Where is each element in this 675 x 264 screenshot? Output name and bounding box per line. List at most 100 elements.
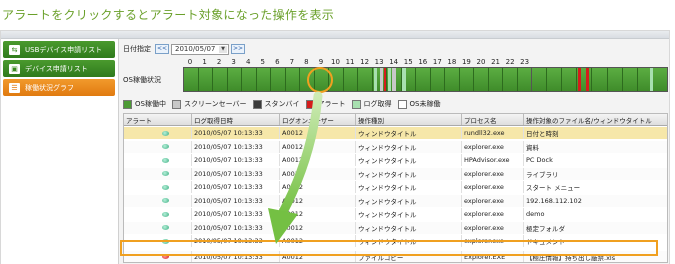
- prev-date-button[interactable]: <<: [155, 44, 169, 54]
- cell-operation: ウィンドウタイトル: [356, 181, 462, 193]
- legend-label: スクリーンセーバー: [183, 100, 247, 108]
- status-segment[interactable]: [242, 68, 257, 91]
- table-row[interactable]: 2010/05/07 10:13:33 A0012 ウィンドウタイトル explore…: [124, 181, 667, 193]
- status-segment[interactable]: [607, 68, 623, 91]
- status-mark[interactable]: [578, 68, 581, 91]
- table-row[interactable]: 2010/05/07 10:13:33 A0012 ウィンドウタイトル explore…: [124, 221, 667, 234]
- cell-target: 資料: [526, 143, 539, 152]
- alert-green-icon[interactable]: [162, 130, 169, 136]
- column-header-user[interactable]: ログオンユーザー: [280, 114, 356, 125]
- cell-process: explorer.exe: [462, 221, 524, 234]
- status-segment[interactable]: [358, 68, 373, 91]
- status-segment[interactable]: [622, 68, 638, 91]
- status-segment[interactable]: [430, 68, 445, 91]
- status-mark[interactable]: [586, 68, 589, 91]
- table-row[interactable]: 2010/05/07 10:13:33 A0012 ウィンドウタイトル explore…: [124, 208, 667, 220]
- alert-green-icon[interactable]: [162, 144, 169, 149]
- status-segment[interactable]: [459, 68, 474, 91]
- status-segment[interactable]: [285, 68, 300, 91]
- cell-operation: ウィンドウタイトル: [356, 221, 462, 234]
- status-segment[interactable]: [256, 68, 271, 91]
- column-header-datetime[interactable]: ログ取得日時: [192, 114, 280, 125]
- hour-label: 23: [520, 58, 530, 66]
- cell-target: PC Dock: [526, 156, 553, 164]
- cell-alert[interactable]: [124, 140, 192, 153]
- status-segment[interactable]: [343, 68, 358, 91]
- cell-alert[interactable]: [124, 181, 192, 193]
- cell-user: A0012: [280, 140, 356, 153]
- status-segment[interactable]: [532, 68, 548, 91]
- status-mark[interactable]: [374, 68, 377, 91]
- status-segment[interactable]: [562, 68, 578, 91]
- status-segment[interactable]: [184, 68, 199, 91]
- alert-green-icon[interactable]: [162, 184, 169, 190]
- cell-alert[interactable]: [124, 154, 192, 166]
- sidebar-item-usb-requests[interactable]: ⇆ USBデバイス申請リスト: [3, 41, 115, 58]
- status-segment[interactable]: [227, 68, 242, 91]
- column-header-process[interactable]: プロセス名: [462, 114, 524, 125]
- status-segment[interactable]: [547, 68, 563, 91]
- legend-swatch: [171, 99, 181, 109]
- cell-alert[interactable]: [124, 221, 192, 234]
- next-date-button[interactable]: >>: [231, 44, 245, 54]
- cell-target: 極定フォルダ: [526, 224, 565, 233]
- status-segment[interactable]: [271, 68, 286, 91]
- status-segment[interactable]: [488, 68, 503, 91]
- status-segment[interactable]: [445, 68, 460, 91]
- alert-row-highlight: [120, 240, 658, 256]
- usb-icon: ⇆: [9, 44, 20, 55]
- status-segment[interactable]: [503, 68, 518, 91]
- column-header-operation[interactable]: 操作種別: [356, 114, 462, 125]
- cell-target: スタート メニュー: [526, 184, 581, 192]
- table-row[interactable]: 2010/05/07 10:13:33 A0012 ウィンドウタイトル HPAdvis…: [124, 154, 667, 166]
- table-row[interactable]: 2010/05/07 10:13:33 A0012 ウィンドウタイトル explore…: [124, 194, 667, 207]
- alert-green-icon[interactable]: [162, 157, 169, 163]
- status-segment[interactable]: [592, 68, 608, 91]
- status-mark[interactable]: [384, 68, 386, 91]
- date-filter-label: 日付指定: [123, 45, 151, 53]
- cell-alert[interactable]: [124, 194, 192, 207]
- status-mark[interactable]: [380, 68, 383, 91]
- cell-datetime: 2010/05/07 10:13:33: [192, 167, 280, 180]
- table-row[interactable]: 2010/05/07 10:13:33 A0012 ウィンドウタイトル rundll3…: [124, 127, 667, 139]
- cell-target: demo: [526, 210, 545, 218]
- status-segment[interactable]: [652, 68, 667, 91]
- status-segment[interactable]: [474, 68, 489, 91]
- column-header-alert[interactable]: アラート: [124, 114, 192, 125]
- table-row[interactable]: 2010/05/07 10:13:33 A0012 ウィンドウタイトル explore…: [124, 167, 667, 180]
- sidebar-item-device-requests[interactable]: ▣ デバイス申請リスト: [3, 60, 115, 77]
- cell-datetime: 2010/05/07 10:13:33: [192, 127, 280, 139]
- cell-operation: ウィンドウタイトル: [356, 154, 462, 166]
- sidebar-item-uptime-graph[interactable]: ☰ 稼働状況グラフ: [3, 79, 115, 96]
- os-status-bar[interactable]: [183, 67, 532, 92]
- alert-green-icon[interactable]: [162, 225, 169, 230]
- cell-alert[interactable]: [124, 167, 192, 180]
- alert-green-icon[interactable]: [162, 211, 169, 217]
- status-mark[interactable]: [650, 68, 653, 91]
- date-select[interactable]: 2010/05/07 ▼: [171, 43, 229, 55]
- cell-alert[interactable]: [124, 127, 192, 139]
- hour-label: 3: [231, 58, 236, 66]
- alert-green-icon[interactable]: [162, 171, 169, 176]
- status-segment[interactable]: [198, 68, 213, 91]
- hour-label: 1: [202, 58, 207, 66]
- status-mark[interactable]: [392, 68, 396, 91]
- main-panel: 日付指定 << 2010/05/07 ▼ >> 0 1 2 3 4 5 6 7 8 9 10 11 12…: [118, 39, 669, 264]
- status-segment[interactable]: [416, 68, 431, 91]
- status-mark[interactable]: [388, 68, 391, 91]
- legend-item: OS稼働中: [123, 99, 166, 109]
- sidebar-item-label: デバイス申請リスト: [25, 64, 88, 73]
- hour-label: 0: [187, 58, 193, 66]
- legend-item: OS未稼働: [397, 99, 441, 109]
- cell-datetime: 2010/05/07 10:13:33: [192, 181, 280, 193]
- cell-process: rundll32.exe: [462, 127, 524, 139]
- column-header-target[interactable]: 操作対象のファイル名/ウィンドウタイトル: [524, 114, 667, 125]
- legend-swatch: [397, 99, 407, 109]
- cell-alert[interactable]: [124, 208, 192, 220]
- hour-label: 17: [432, 58, 442, 66]
- alert-green-icon[interactable]: [162, 198, 169, 203]
- status-segment[interactable]: [213, 68, 228, 91]
- status-mark[interactable]: [402, 68, 406, 91]
- status-segment[interactable]: [517, 68, 531, 91]
- table-row[interactable]: 2010/05/07 10:13:33 A0012 ウィンドウタイトル explore…: [124, 140, 667, 153]
